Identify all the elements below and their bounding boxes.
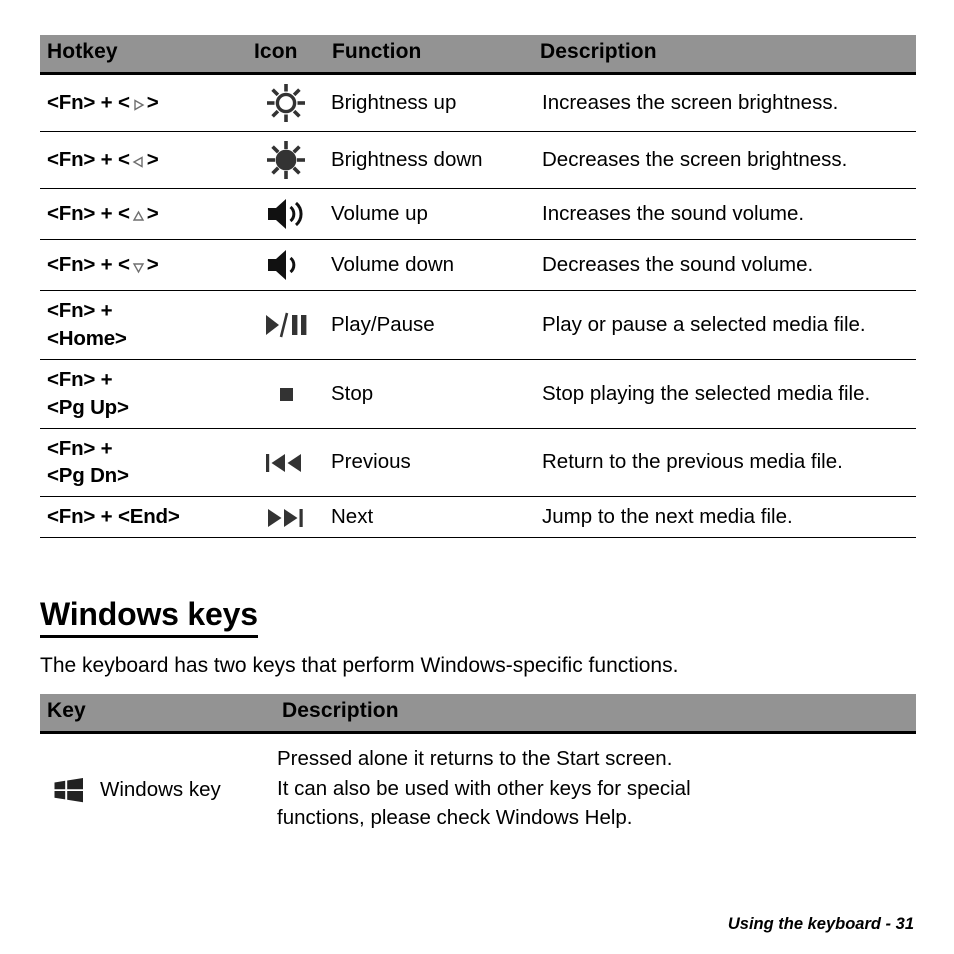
hotkey-combo: <Fn> + <Pg Dn> bbox=[40, 428, 247, 498]
up-triangle-outline-icon bbox=[131, 208, 146, 224]
icon-cell bbox=[247, 428, 325, 498]
hotkey-line-1: <Fn> + bbox=[47, 367, 113, 391]
page-section-heading: Windows keys bbox=[40, 597, 258, 638]
description-text: Jump to the next media file. bbox=[533, 496, 916, 539]
right-triangle-outline-icon bbox=[131, 97, 146, 113]
document-page: Hotkey Icon Function Description <Fn> + … bbox=[0, 0, 954, 954]
column-header-key: Key bbox=[40, 694, 275, 734]
hotkey-suffix: > bbox=[146, 202, 159, 226]
column-header-description: Description bbox=[275, 694, 916, 734]
down-triangle-outline-icon bbox=[131, 259, 146, 275]
icon-cell bbox=[247, 239, 325, 291]
hotkey-prefix: <Fn> + < bbox=[47, 253, 130, 277]
hotkey-combo: <Fn> + < > bbox=[40, 188, 247, 240]
hotkey-prefix: <Fn> + < bbox=[47, 202, 130, 226]
table-header-row: Hotkey Icon Function Description bbox=[40, 35, 916, 75]
hotkey-line-1: <Fn> + <End> bbox=[47, 505, 180, 529]
icon-cell bbox=[247, 188, 325, 240]
description-text: Increases the screen brightness. bbox=[533, 73, 916, 132]
page-footer: Using the keyboard - 31 bbox=[727, 915, 914, 933]
table-row: <Fn> + <End> Next Jump to the next media… bbox=[40, 496, 916, 539]
table-row: <Fn> + <Home> Play/Pause Play or pause a… bbox=[40, 290, 916, 360]
description-text: Stop playing the selected media file. bbox=[533, 359, 916, 429]
description-line: functions, please check Windows Help. bbox=[277, 806, 633, 830]
table-row: Windows key Pressed alone it returns to … bbox=[40, 733, 916, 846]
icon-cell bbox=[247, 496, 325, 539]
table-row: <Fn> + < > bbox=[40, 73, 916, 132]
column-header-description: Description bbox=[533, 35, 916, 75]
hotkey-line-2: <Pg Dn> bbox=[47, 464, 129, 488]
hotkey-prefix: <Fn> + < bbox=[47, 91, 130, 115]
previous-track-icon bbox=[261, 450, 311, 476]
function-label: Previous bbox=[325, 428, 533, 498]
hotkey-combo: <Fn> + < > bbox=[40, 73, 247, 132]
column-header-function: Function bbox=[325, 35, 533, 75]
table-row: <Fn> + < > bbox=[40, 131, 916, 189]
next-track-icon bbox=[261, 505, 311, 531]
hotkey-line-1: <Fn> + bbox=[47, 299, 113, 322]
table-row: <Fn> + < > Volume down Decreases the soun… bbox=[40, 239, 916, 291]
column-header-icon: Icon bbox=[247, 35, 325, 75]
hotkey-line-1: <Fn> + bbox=[47, 436, 113, 460]
hotkey-suffix: > bbox=[146, 91, 159, 115]
key-name-label: Windows key bbox=[100, 777, 221, 801]
hotkey-suffix: > bbox=[146, 253, 159, 277]
key-description-cell: Pressed alone it returns to the Start sc… bbox=[275, 733, 916, 846]
function-label: Next bbox=[325, 496, 533, 539]
icon-cell bbox=[247, 131, 325, 189]
function-label: Brightness up bbox=[325, 73, 533, 132]
hotkey-table: Hotkey Icon Function Description <Fn> + … bbox=[40, 35, 916, 539]
left-triangle-outline-icon bbox=[131, 154, 146, 170]
hotkey-combo: <Fn> + < > bbox=[40, 131, 247, 189]
hotkey-combo: <Fn> + < > bbox=[40, 239, 247, 291]
table-row: <Fn> + <Pg Up> Stop Stop playing the sel… bbox=[40, 359, 916, 429]
volume-up-icon bbox=[264, 195, 308, 233]
hotkey-prefix: <Fn> + < bbox=[47, 148, 130, 172]
brightness-up-icon bbox=[264, 81, 308, 125]
play-pause-icon bbox=[260, 310, 312, 340]
function-label: Play/Pause bbox=[325, 290, 533, 360]
stop-icon bbox=[266, 381, 306, 407]
hotkey-combo: <Fn> + <Pg Up> bbox=[40, 359, 247, 429]
table-row: <Fn> + <Pg Dn> Previous Return to the pr… bbox=[40, 428, 916, 498]
description-text: Play or pause a selected media file. bbox=[533, 290, 916, 360]
description-line: Pressed alone it returns to the Start sc… bbox=[277, 747, 673, 770]
description-text: Return to the previous media file. bbox=[533, 428, 916, 498]
hotkey-line-2: <Pg Up> bbox=[47, 395, 129, 419]
function-label: Volume up bbox=[325, 188, 533, 240]
table-row: <Fn> + < > Volume up Increases the sound … bbox=[40, 188, 916, 240]
icon-cell bbox=[247, 359, 325, 429]
description-line: It can also be used with other keys for … bbox=[277, 776, 691, 800]
function-label: Brightness down bbox=[325, 131, 533, 189]
volume-down-icon bbox=[264, 246, 308, 284]
table-header-row: Key Description bbox=[40, 694, 916, 734]
intro-paragraph: The keyboard has two keys that perform W… bbox=[40, 654, 679, 677]
hotkey-combo: <Fn> + <End> bbox=[40, 496, 247, 539]
hotkey-suffix: > bbox=[146, 148, 159, 172]
description-text: Decreases the sound volume. bbox=[533, 239, 916, 291]
description-text: Increases the sound volume. bbox=[533, 188, 916, 240]
column-header-hotkey: Hotkey bbox=[40, 35, 247, 75]
brightness-down-icon bbox=[264, 138, 308, 182]
key-cell: Windows key bbox=[40, 733, 275, 846]
description-text: Decreases the screen brightness. bbox=[533, 131, 916, 189]
function-label: Volume down bbox=[325, 239, 533, 291]
function-label: Stop bbox=[325, 359, 533, 429]
windows-key-table: Key Description Windows key Pressed alon… bbox=[40, 694, 916, 845]
windows-logo-icon bbox=[52, 773, 86, 807]
hotkey-combo: <Fn> + <Home> bbox=[40, 290, 247, 360]
icon-cell bbox=[247, 73, 325, 132]
hotkey-line-2: <Home> bbox=[47, 326, 127, 350]
icon-cell bbox=[247, 290, 325, 360]
